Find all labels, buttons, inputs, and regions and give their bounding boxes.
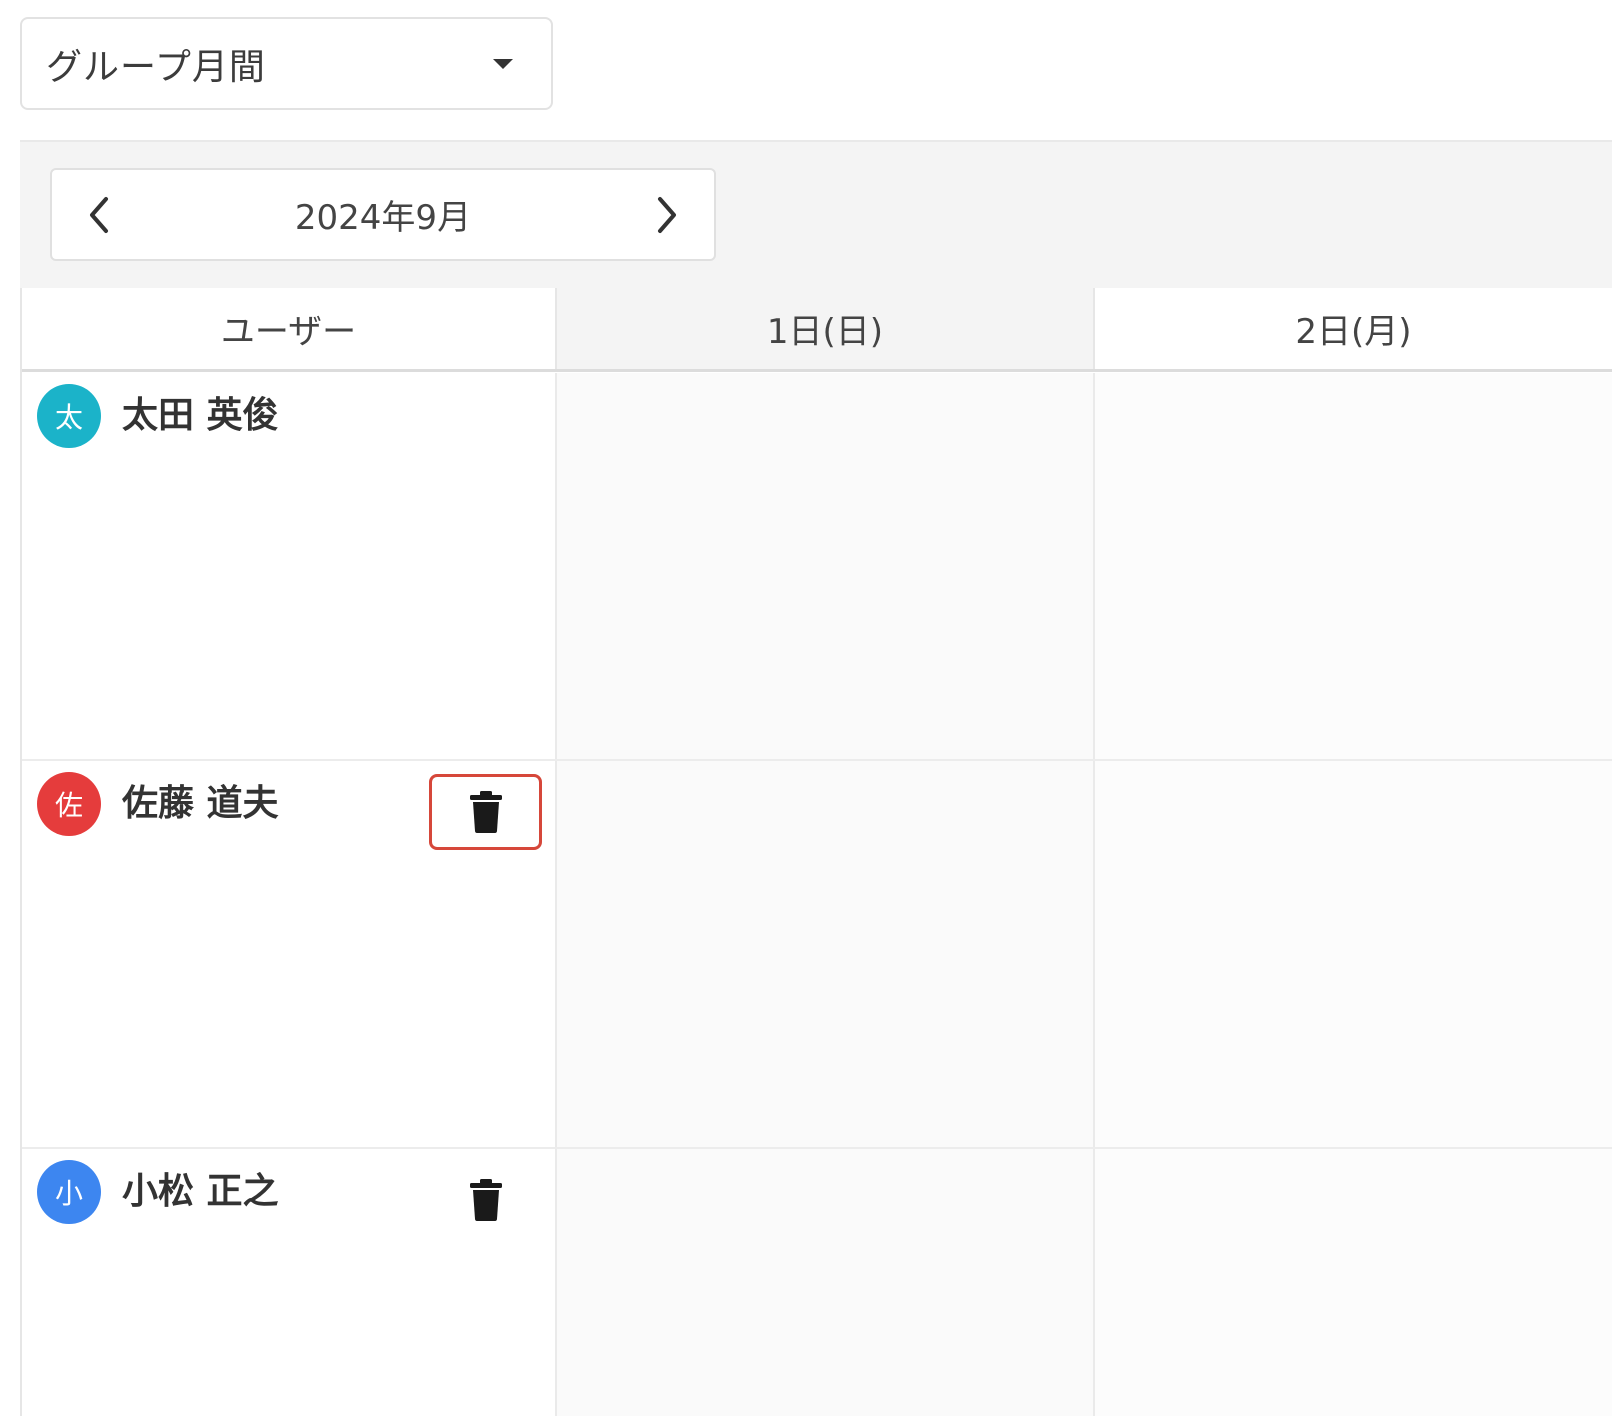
schedule-cell[interactable]: [1095, 1149, 1612, 1416]
column-header-user: ユーザー: [22, 288, 557, 369]
calendar-toolbar: 2024年9月: [20, 140, 1612, 288]
user-cell: 小 小松 正之: [22, 1149, 557, 1416]
next-month-button[interactable]: [642, 190, 692, 240]
grid-header-row: ユーザー 1日(日) 2日(月): [22, 288, 1612, 372]
month-navigator: 2024年9月: [50, 168, 716, 261]
user-name: 太田 英俊: [122, 395, 279, 436]
schedule-cell[interactable]: [1095, 761, 1612, 1147]
view-select-dropdown[interactable]: グループ月間: [20, 17, 553, 110]
schedule-grid: ユーザー 1日(日) 2日(月) 太 太田 英俊 佐 佐藤 道夫 小 小松 正之: [20, 288, 1612, 1416]
user-row: 太 太田 英俊: [22, 373, 1612, 761]
schedule-cell[interactable]: [557, 1149, 1095, 1416]
current-month-label: 2024年9月: [294, 198, 472, 238]
trash-icon: [469, 1179, 502, 1221]
schedule-cell[interactable]: [1095, 373, 1612, 759]
trash-icon: [469, 791, 502, 833]
column-header-day[interactable]: 2日(月): [1095, 288, 1612, 369]
delete-user-button[interactable]: [429, 1162, 542, 1238]
avatar: 小: [37, 1160, 101, 1224]
chevron-right-icon: [658, 197, 676, 233]
user-name: 佐藤 道夫: [122, 783, 279, 824]
schedule-cell[interactable]: [557, 761, 1095, 1147]
chevron-left-icon: [90, 197, 108, 233]
user-cell: 太 太田 英俊: [22, 373, 557, 759]
view-select-value: グループ月間: [46, 46, 266, 88]
user-name: 小松 正之: [122, 1171, 279, 1212]
schedule-cell[interactable]: [557, 373, 1095, 759]
user-row: 佐 佐藤 道夫: [22, 761, 1612, 1149]
user-row: 小 小松 正之: [22, 1149, 1612, 1416]
user-cell: 佐 佐藤 道夫: [22, 761, 557, 1147]
caret-down-icon: [493, 58, 513, 69]
column-header-day[interactable]: 1日(日): [557, 288, 1095, 369]
delete-user-button[interactable]: [429, 774, 542, 850]
previous-month-button[interactable]: [74, 190, 124, 240]
avatar: 佐: [37, 772, 101, 836]
avatar: 太: [37, 384, 101, 448]
